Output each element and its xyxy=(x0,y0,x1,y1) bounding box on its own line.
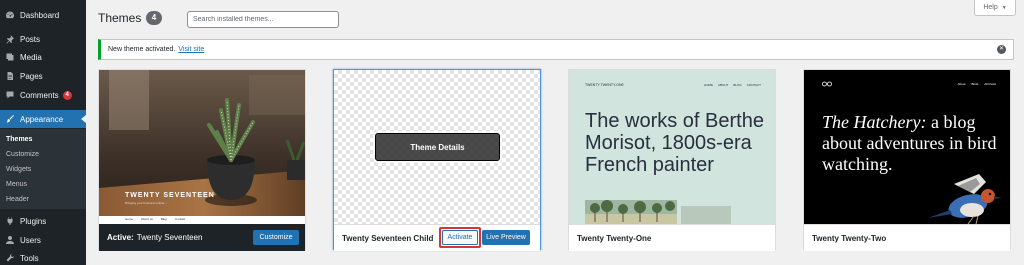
sidebar-item-label: Dashboard xyxy=(20,10,60,20)
preview-nav-item: All Posts xyxy=(984,82,996,86)
submenu-item-widgets[interactable]: Widgets xyxy=(6,166,31,173)
preview-nav: About Birds All Posts xyxy=(958,82,996,86)
submenu-item-menus[interactable]: Menus xyxy=(6,181,27,188)
preview-nav-item: About xyxy=(957,82,966,86)
caret-down-icon: ▼ xyxy=(1001,4,1007,11)
sidebar-item-comments[interactable]: Comments 4 xyxy=(0,86,86,104)
sidebar-item-media[interactable]: Media xyxy=(0,48,86,66)
page-icon xyxy=(7,72,13,80)
dismiss-icon[interactable]: ✕ xyxy=(997,45,1006,54)
help-label: Help xyxy=(983,4,998,11)
preview-nav-item: Blog xyxy=(160,217,167,221)
theme-card-twenty-twenty-one[interactable]: TWENTY TWENTY-ONE HOME ABOUT BLOG CONTAC… xyxy=(568,69,776,251)
search-input[interactable] xyxy=(187,11,339,28)
preview-nav-item: Home xyxy=(125,217,134,221)
theme-name: Twenty Seventeen Child xyxy=(342,233,434,243)
help-button[interactable]: Help ▼ xyxy=(974,0,1016,16)
submenu-item-customize[interactable]: Customize xyxy=(6,151,39,158)
preview-site-title: TWENTY TWENTY-ONE xyxy=(585,83,624,87)
customize-button[interactable]: Customize xyxy=(253,230,299,245)
sidebar-item-label: Comments xyxy=(20,90,59,100)
page-title: Themes xyxy=(98,11,142,25)
theme-screenshot: TWENTY SEVENTEEN Bringing your business … xyxy=(99,70,305,224)
theme-footer: Twenty Twenty-One xyxy=(569,224,775,251)
preview-nav: HOME ABOUT BLOG CONTACT xyxy=(704,83,761,87)
submenu-item-themes[interactable]: Themes xyxy=(6,136,32,143)
sidebar-item-pages[interactable]: Pages xyxy=(0,67,86,85)
preview-headline-italic: The Hatchery: xyxy=(822,112,927,132)
sidebar-item-label: Posts xyxy=(20,34,41,44)
media-icon xyxy=(6,53,14,61)
sidebar-item-appearance[interactable]: Appearance xyxy=(0,110,86,128)
live-preview-button[interactable]: Live Preview xyxy=(482,230,530,245)
theme-name: Twenty Seventeen xyxy=(136,233,203,242)
preview-nav-item: ABOUT xyxy=(718,83,729,87)
preview-nav-item: Birds xyxy=(971,82,979,86)
preview-nav: Home About us Blog Contact xyxy=(125,217,185,221)
dashboard-icon xyxy=(6,11,14,19)
preview-nav-item: CONTACT xyxy=(746,83,761,87)
sidebar-item-label: Plugins xyxy=(20,216,47,226)
sidebar-item-label: Tools xyxy=(20,253,39,263)
sidebar-item-label: Pages xyxy=(20,71,43,81)
preview-nav-item: About us xyxy=(141,217,153,221)
pin-icon xyxy=(6,35,14,44)
painting-thumbnail-image xyxy=(681,206,731,224)
theme-screenshot: About Birds All Posts The Hatchery: a bl… xyxy=(804,70,1010,224)
theme-details-button[interactable]: Theme Details xyxy=(375,133,500,161)
theme-footer: Twenty Twenty-Two xyxy=(804,224,1010,251)
sidebar-item-label: Appearance xyxy=(20,114,64,124)
site-logo-icon xyxy=(822,81,832,87)
sidebar-item-users[interactable]: Users xyxy=(0,231,86,249)
preview-nav-item: Contact xyxy=(174,217,186,221)
user-icon xyxy=(6,236,14,244)
active-label: Active: xyxy=(107,233,134,242)
preview-site-title: TWENTY SEVENTEEN xyxy=(125,192,215,199)
theme-count-badge: 4 xyxy=(146,11,162,25)
comments-count-badge: 4 xyxy=(62,90,72,100)
preview-nav-item: BLOG xyxy=(733,83,742,87)
bird-illustration-image xyxy=(928,174,1002,224)
preview-nav-item: HOME xyxy=(704,83,714,87)
wrench-icon xyxy=(6,253,15,262)
success-notice: New theme activated. Visit site ✕ xyxy=(98,39,1014,60)
theme-name: Twenty Twenty-Two xyxy=(812,233,887,243)
highlight-annotation xyxy=(439,227,481,248)
appearance-submenu: Themes Customize Widgets Menus Header xyxy=(0,129,86,209)
preview-tagline: Bringing your business online... xyxy=(125,201,167,205)
theme-name: Twenty Twenty-One xyxy=(577,233,652,243)
painting-thumbnail-image xyxy=(585,200,677,224)
theme-card-twenty-seventeen[interactable]: TWENTY SEVENTEEN Bringing your business … xyxy=(98,69,306,251)
sidebar-item-tools[interactable]: Tools xyxy=(0,249,86,265)
sidebar-item-dashboard[interactable]: Dashboard xyxy=(0,6,86,24)
sidebar-item-label: Users xyxy=(20,235,41,245)
theme-screenshot: Theme Details xyxy=(334,70,540,224)
preview-headline: The Hatchery: a blog about adventures in… xyxy=(822,112,1002,175)
preview-headline: The works of Berthe Morisot, 1800s-era F… xyxy=(585,110,764,176)
visit-site-link[interactable]: Visit site xyxy=(178,46,204,53)
theme-card-twenty-seventeen-child[interactable]: Theme Details Twenty Seventeen Child Act… xyxy=(333,69,541,251)
sidebar-item-label: Media xyxy=(20,52,42,62)
submenu-item-header[interactable]: Header xyxy=(6,196,29,203)
plug-icon xyxy=(7,217,13,225)
theme-card-twenty-twenty-two[interactable]: About Birds All Posts The Hatchery: a bl… xyxy=(803,69,1011,251)
notice-text: New theme activated. xyxy=(108,46,176,53)
sidebar-item-posts[interactable]: Posts xyxy=(0,30,86,48)
admin-sidebar: Dashboard Posts Media Pages Comments 4 A… xyxy=(0,0,86,265)
comment-icon xyxy=(6,91,14,99)
brush-icon xyxy=(6,115,14,123)
theme-screenshot: TWENTY TWENTY-ONE HOME ABOUT BLOG CONTAC… xyxy=(569,70,775,224)
sidebar-item-plugins[interactable]: Plugins xyxy=(0,212,86,230)
